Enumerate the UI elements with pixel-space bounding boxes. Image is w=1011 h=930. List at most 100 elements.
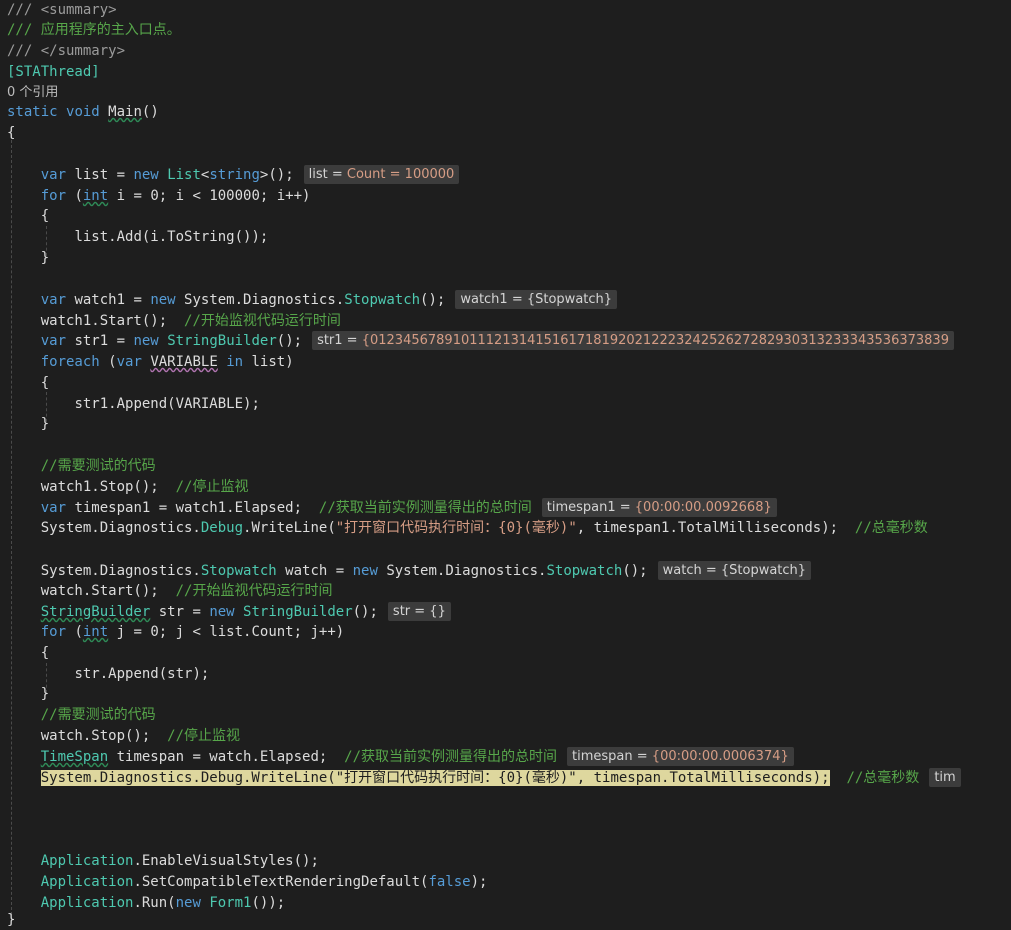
current-statement-line: System.Diagnostics.Debug.WriteLine("打开窗口… <box>7 768 961 788</box>
type-name: StringBuilder <box>167 333 277 349</box>
code-line: //需要测试的代码 <box>7 456 156 476</box>
keyword: var <box>40 292 67 308</box>
code-line: [STAThread] <box>7 62 100 82</box>
code-line: } <box>7 248 49 268</box>
code-line: Application.Run(new Form1()); <box>7 893 285 913</box>
code-line: for (int i = 0; i < 100000; i++) <box>7 186 311 206</box>
code-text: str.Append(str); <box>74 666 210 682</box>
inline-value-hint[interactable]: watch = {Stopwatch} <box>657 561 812 580</box>
inline-value-hint[interactable]: str1 = {01234567891011121314151617181920… <box>312 331 954 350</box>
comment: //需要测试的代码 <box>40 458 156 474</box>
type-name: StringBuilder <box>40 604 151 620</box>
doc-comment: /// 应用程序的主入口点。 <box>7 22 181 38</box>
code-text: System.Diagnostics. <box>377 563 547 579</box>
inline-value-hint[interactable]: timespan = {00:00:00.0006374} <box>567 747 794 766</box>
code-line: var watch1 = new System.Diagnostics.Stop… <box>7 290 618 310</box>
keyword: new <box>175 895 201 911</box>
type-name: TimeSpan <box>40 749 109 765</box>
code-line: Application.EnableVisualStyles(); <box>7 851 319 871</box>
keyword: foreach <box>40 354 100 370</box>
comment: //需要测试的代码 <box>40 707 156 723</box>
code-text: () <box>141 104 159 120</box>
brace: { <box>40 645 50 661</box>
keyword: int <box>82 188 109 204</box>
brace: } <box>40 686 50 702</box>
inline-value-hint[interactable]: str = {} <box>387 602 451 621</box>
code-line: TimeSpan timespan = watch.Elapsed; //获取当… <box>7 747 794 767</box>
comment: //总毫秒数 <box>846 770 920 786</box>
string-literal: "打开窗口代码执行时间：{0}(毫秒)" <box>335 520 577 536</box>
code-line: str.Append(str); <box>7 664 209 684</box>
keyword: var <box>40 333 67 349</box>
type-name: Form1 <box>209 895 252 911</box>
comment: //获取当前实例测量得出的总时间 <box>318 500 532 516</box>
type-name: StringBuilder <box>243 604 353 620</box>
codelens-references[interactable]: 0 个引用 <box>7 85 58 100</box>
hint-label: timespan = <box>572 749 652 764</box>
comment: //停止监视 <box>175 479 249 495</box>
code-text: ( <box>99 354 117 370</box>
type-name: Stopwatch <box>344 292 421 308</box>
comment: //停止监视 <box>167 728 241 744</box>
hint-value: {00:00:00.0006374} <box>651 749 789 764</box>
keyword: new <box>133 167 159 183</box>
code-text: System.Diagnostics. <box>175 292 345 308</box>
code-text: str1.Append(VARIABLE); <box>74 396 260 412</box>
keyword: false <box>428 874 471 890</box>
hint-value: Count = 100000 <box>346 167 455 182</box>
code-line: Application.SetCompatibleTextRenderingDe… <box>7 872 488 892</box>
keyword: in <box>226 354 244 370</box>
comment: //开始监视代码运行时间 <box>175 583 333 599</box>
current-statement-highlight[interactable]: System.Diagnostics.Debug.WriteLine("打开窗口… <box>40 770 830 786</box>
code-text: ( <box>66 624 83 640</box>
hint-label: str = {} <box>392 604 446 619</box>
code-text: (); <box>622 563 648 579</box>
keyword: var <box>40 167 67 183</box>
code-line: { <box>7 643 49 663</box>
keyword: static <box>7 104 58 120</box>
keyword: new <box>150 292 176 308</box>
code-text: timespan = watch.Elapsed; <box>108 749 328 765</box>
code-text: list.Add(i.ToString()); <box>74 229 269 245</box>
code-text: >(); <box>259 167 294 183</box>
comment: //开始监视代码运行时间 <box>184 313 341 329</box>
hint-label: watch = {Stopwatch} <box>662 563 807 578</box>
keyword: new <box>352 563 378 579</box>
code-line: list.Add(i.ToString()); <box>7 227 268 247</box>
code-text: watch1 = <box>66 292 151 308</box>
keyword: int <box>82 624 109 640</box>
type-name: Application <box>40 895 134 911</box>
code-line: watch1.Start(); //开始监视代码运行时间 <box>7 311 341 331</box>
code-text: ); <box>470 874 488 890</box>
doc-comment: /// <summary> <box>7 2 117 18</box>
hint-label: str1 = <box>317 333 362 348</box>
code-text: watch.Start(); <box>40 583 159 599</box>
code-text: System.Diagnostics. <box>40 520 201 536</box>
code-text: .Run( <box>133 895 176 911</box>
hint-label: watch1 = {Stopwatch} <box>460 292 613 307</box>
code-line: watch1.Stop(); //停止监视 <box>7 477 249 497</box>
comment: //总毫秒数 <box>854 520 928 536</box>
code-text: list = <box>66 167 134 183</box>
code-line: System.Diagnostics.Debug.WriteLine("打开窗口… <box>7 518 928 538</box>
code-line: watch.Stop(); //停止监视 <box>7 726 240 746</box>
code-line: /// 应用程序的主入口点。 <box>7 20 181 40</box>
brace: { <box>40 375 50 391</box>
code-line: for (int j = 0; j < list.Count; j++) <box>7 622 344 642</box>
inline-value-hint[interactable]: watch1 = {Stopwatch} <box>455 290 618 309</box>
code-line: { <box>7 373 49 393</box>
code-text: watch1.Start(); <box>40 313 168 329</box>
code-text: (); <box>352 604 378 620</box>
type-name: Stopwatch <box>546 563 623 579</box>
hint-value: {00:00:00.0092668} <box>634 500 772 515</box>
method-name: Main <box>108 104 142 120</box>
code-line: static void Main() <box>7 102 159 122</box>
inline-value-hint[interactable]: timespan1 = {00:00:00.0092668} <box>541 498 777 517</box>
inline-value-hint[interactable]: tim <box>929 768 961 787</box>
inline-value-hint[interactable]: list = Count = 100000 <box>303 165 460 184</box>
code-text: str = <box>150 604 210 620</box>
code-line: } <box>7 910 15 930</box>
code-line: } <box>7 414 49 434</box>
code-text: ( <box>66 188 83 204</box>
code-text: ()); <box>251 895 286 911</box>
